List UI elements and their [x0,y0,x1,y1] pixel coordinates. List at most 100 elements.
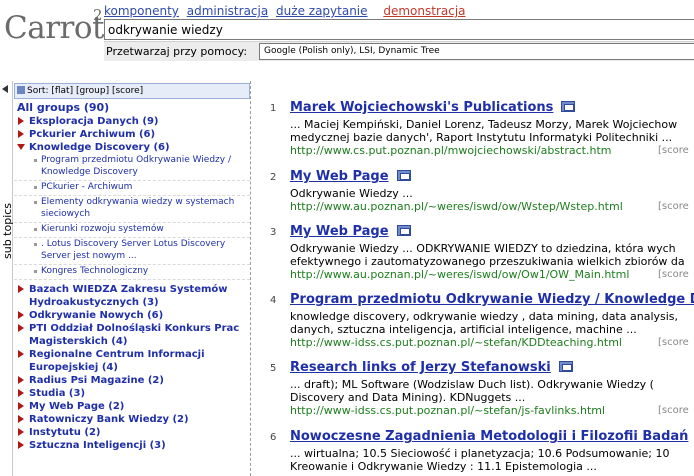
result-title-text[interactable]: Marek Wojciechowski's Publications [290,100,553,115]
open-new-window-icon[interactable] [396,225,411,236]
nav-link-demonstracja[interactable]: demonstracja [383,4,465,18]
open-new-window-icon[interactable] [396,170,411,181]
logo-text: Carrot [4,10,104,46]
search-query-input[interactable] [104,19,694,40]
subcluster-label[interactable]: . Lotus Discovery Server Lotus Discovery… [41,239,225,261]
cluster-label[interactable]: Radius Psi Magazine (2) [29,375,164,386]
processing-label: Przetwarzaj przy pomocy: [106,45,248,58]
expand-triangle-icon[interactable] [18,285,24,293]
result-snippet: knowledge discovery, odkrywanie wiedzy ,… [290,310,678,336]
cluster-item[interactable]: PTI Oddział Dolnośląski Konkurs Prac Mag… [14,322,250,348]
subcluster-item[interactable]: Kongres Technologiczny [14,265,250,280]
snippet-line: Odkrywanie Wiedzy ... ODKRYWANIE WIEDZY … [290,242,676,255]
cluster-item[interactable]: Odkrywanie Nowych (6) [14,309,250,322]
bullet-icon [34,159,37,162]
cluster-label[interactable]: Regionalne Centrum Informacji Europejski… [29,349,205,373]
cluster-label[interactable]: My Web Page (2) [29,401,124,412]
result-url[interactable]: http://www.au.poznan.pl/~weres/iswd/ow/O… [290,268,629,281]
subcluster-item[interactable]: Elementy odkrywania wiedzy w systemach s… [14,196,250,223]
cluster-item[interactable]: Sztuczna Inteligencji (3) [14,439,250,452]
cluster-item[interactable]: My Web Page (2) [14,400,250,413]
cluster-item[interactable]: Ratowniczy Bank Wiedzy (2) [14,413,250,426]
nav-link-komponenty[interactable]: komponenty [104,4,179,18]
expand-triangle-icon[interactable] [18,389,24,397]
expand-triangle-icon[interactable] [18,441,24,449]
result-snippet: Odkrywanie Wiedzy ... ODKRYWANIE WIEDZY … [290,242,685,268]
subcluster-label[interactable]: Program przedmiotu Odkrywanie Wiedzy / K… [41,155,231,177]
result-title-link[interactable]: Marek Wojciechowski's Publications [290,100,576,115]
cluster-label[interactable]: PTI Oddział Dolnośląski Konkurs Prac Mag… [29,323,239,347]
result-title-text[interactable]: My Web Page [290,169,389,184]
subcluster-item[interactable]: Kierunki rozwoju systemów [14,223,250,238]
sort-text[interactable]: Sort: [flat] [group] [score] [27,86,143,96]
result-number: 4 [270,295,277,306]
collapse-triangle-icon[interactable] [17,144,25,150]
cluster-item[interactable]: Bazach WIEDZA Zakresu Systemów Hydroakus… [14,283,250,309]
cluster-label[interactable]: Ratowniczy Bank Wiedzy (2) [29,414,189,425]
subcluster-item[interactable]: . Lotus Discovery Server Lotus Discovery… [14,238,250,265]
subcluster-label[interactable]: Kierunki rozwoju systemów [41,224,164,234]
processing-select[interactable]: Google (Polish only), LSI, Dynamic Tree [259,43,694,60]
expand-triangle-icon[interactable] [18,376,24,384]
cluster-label[interactable]: Instytutu (2) [29,427,100,438]
cluster-label[interactable]: Studia (3) [29,388,85,399]
snippet-line: ... Maciej Kempiński, Daniel Lorenz, Tad… [290,118,678,131]
cluster-label[interactable]: Sztuczna Inteligencji (3) [29,440,166,451]
result-title-text[interactable]: My Web Page [290,224,389,239]
nav-link-administracja[interactable]: administracja [187,4,268,18]
cluster-item[interactable]: Pckurier Archiwum (6) [14,128,250,141]
expand-triangle-icon[interactable] [18,402,24,410]
result-title-link[interactable]: Research links of Jerzy Stefanowski [290,360,573,375]
expand-triangle-icon[interactable] [18,117,24,125]
result-title-text[interactable]: Nowoczesne Zagadnienia Metodologii i Fil… [290,429,688,444]
result-title-link[interactable]: Nowoczesne Zagadnienia Metodologii i Fil… [290,429,694,444]
expand-triangle-icon[interactable] [18,311,24,319]
expand-triangle-icon[interactable] [18,415,24,423]
expand-triangle-icon[interactable] [18,324,24,332]
cluster-item[interactable]: Studia (3) [14,387,250,400]
sort-bar[interactable]: Sort: [flat] [group] [score] [14,83,250,99]
sub-topics-label: sub topics [1,202,14,259]
result-snippet: ... wirtualna; 10.5 Sieciowość i planety… [290,447,669,473]
result-title-text[interactable]: Research links of Jerzy Stefanowski [290,360,551,375]
snippet-line: Kreowanie i Odkrywanie Wiedzy : 11.1 Epi… [290,460,597,473]
subcluster-label[interactable]: PCkurier - Archiwum [41,182,132,192]
open-new-window-icon[interactable] [558,361,573,372]
expand-triangle-icon[interactable] [18,350,24,358]
snippet-line: ... draft); ML Software (Wodzislaw Duch … [290,378,654,391]
cluster-item[interactable]: Instytutu (2) [14,426,250,439]
nav-link-duze-zapytanie[interactable]: duże zapytanie [276,4,367,18]
result-title-link[interactable]: My Web Page [290,224,411,239]
cluster-label[interactable]: Eksploracja Danych (9) [29,116,158,127]
sort-icon [17,86,25,94]
result-url[interactable]: http://www.au.poznan.pl/~weres/iswd/ow/W… [290,200,623,213]
cluster-label[interactable]: Bazach WIEDZA Zakresu Systemów Hydroakus… [29,284,228,308]
result-score: [score [658,145,689,156]
collapse-arrow-icon[interactable] [2,85,8,93]
subcluster-item[interactable]: Program przedmiotu Odkrywanie Wiedzy / K… [14,154,250,181]
result-url[interactable]: http://www.cs.put.poznan.pl/mwojciechows… [290,144,612,157]
subcluster-item[interactable]: PCkurier - Archiwum [14,181,250,196]
expand-triangle-icon[interactable] [18,130,24,138]
cluster-label[interactable]: Knowledge Discovery (6) [29,142,170,153]
sub-topics-tab[interactable]: sub topics [0,81,14,476]
result-url[interactable]: http://www-idss.cs.put.poznan.pl/~stefan… [290,404,605,417]
cluster-item[interactable]: Regionalne Centrum Informacji Europejski… [14,348,250,374]
all-groups[interactable]: All groups (90) [14,101,250,115]
result-title-link[interactable]: My Web Page [290,169,411,184]
top-navigation: komponenty administracja duże zapytanie … [104,4,470,18]
cluster-tree: All groups (90) Eksploracja Danych (9) P… [14,101,250,452]
result-title-text[interactable]: Program przedmiotu Odkrywanie Wiedzy / K… [290,292,694,307]
cluster-item[interactable]: Radius Psi Magazine (2) [14,374,250,387]
result-score: [score [658,337,689,348]
cluster-item[interactable]: Eksploracja Danych (9) [14,115,250,128]
subcluster-label[interactable]: Elementy odkrywania wiedzy w systemach s… [41,197,234,219]
cluster-label[interactable]: Odkrywanie Nowych (6) [29,310,163,321]
expand-triangle-icon[interactable] [18,428,24,436]
subcluster-label[interactable]: Kongres Technologiczny [41,266,148,276]
result-url[interactable]: http://www-idss.cs.put.poznan.pl/~stefan… [290,336,622,349]
cluster-label[interactable]: Pckurier Archiwum (6) [29,129,155,140]
open-new-window-icon[interactable] [561,101,576,112]
cluster-item-open[interactable]: Knowledge Discovery (6) [14,141,250,154]
result-title-link[interactable]: Program przedmiotu Odkrywanie Wiedzy / K… [290,292,694,307]
